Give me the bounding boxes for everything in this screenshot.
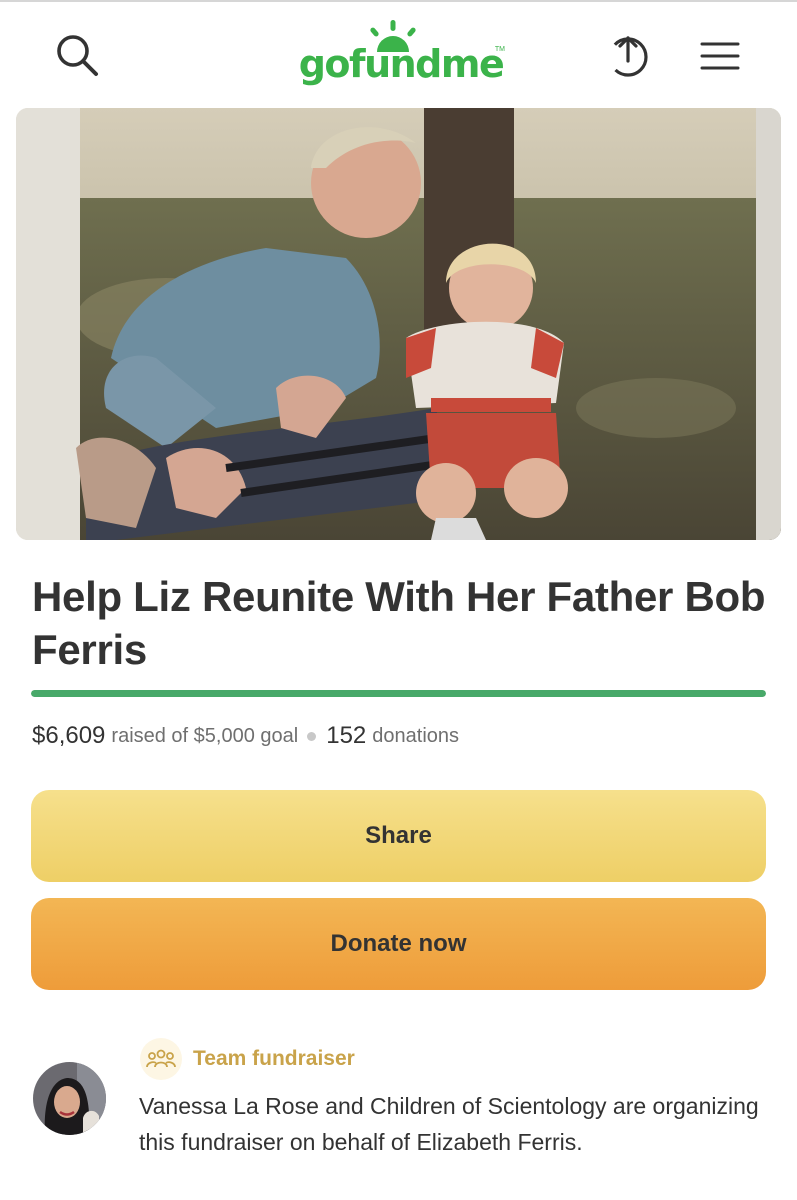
goal-text: raised of $5,000 goal xyxy=(111,724,299,747)
organizer-description: Vanessa La Rose and Children of Scientol… xyxy=(139,1093,759,1155)
progress-bar xyxy=(31,690,766,697)
campaign-title: Help Liz Reunite With Her Father Bob Fer… xyxy=(32,573,766,673)
fundraising-stats: $6,609 raised of $5,000 goal 152 donatio… xyxy=(32,722,459,750)
menu-button[interactable] xyxy=(692,32,748,80)
app-header: gofundme TM xyxy=(0,2,797,106)
gofundme-logo[interactable]: gofundme TM xyxy=(295,16,507,96)
share-upload-button[interactable] xyxy=(600,28,656,84)
campaign-photo[interactable] xyxy=(16,108,781,540)
donation-count: 152 xyxy=(326,722,367,749)
logo-trademark: TM xyxy=(494,46,505,53)
search-icon xyxy=(57,35,98,76)
team-badge xyxy=(140,1038,182,1080)
logo-wordmark: gofundme xyxy=(298,42,505,86)
share-button[interactable]: Share xyxy=(31,790,766,882)
team-people-icon xyxy=(146,1049,176,1068)
donations-label: donations xyxy=(372,724,460,747)
amount-raised: $6,609 xyxy=(32,722,106,749)
donate-now-button[interactable]: Donate now xyxy=(31,898,766,990)
hamburger-menu-icon xyxy=(700,42,740,70)
organizer-avatar-image xyxy=(33,1062,106,1135)
separator-dot xyxy=(307,731,317,741)
team-fundraiser-label: Team fundraiser xyxy=(193,1047,355,1070)
search-button[interactable] xyxy=(50,28,104,82)
progress-bar-fill xyxy=(31,690,766,697)
campaign-photo-image xyxy=(16,108,781,540)
share-upload-icon xyxy=(608,36,648,77)
organizer-avatar[interactable] xyxy=(33,1062,106,1135)
